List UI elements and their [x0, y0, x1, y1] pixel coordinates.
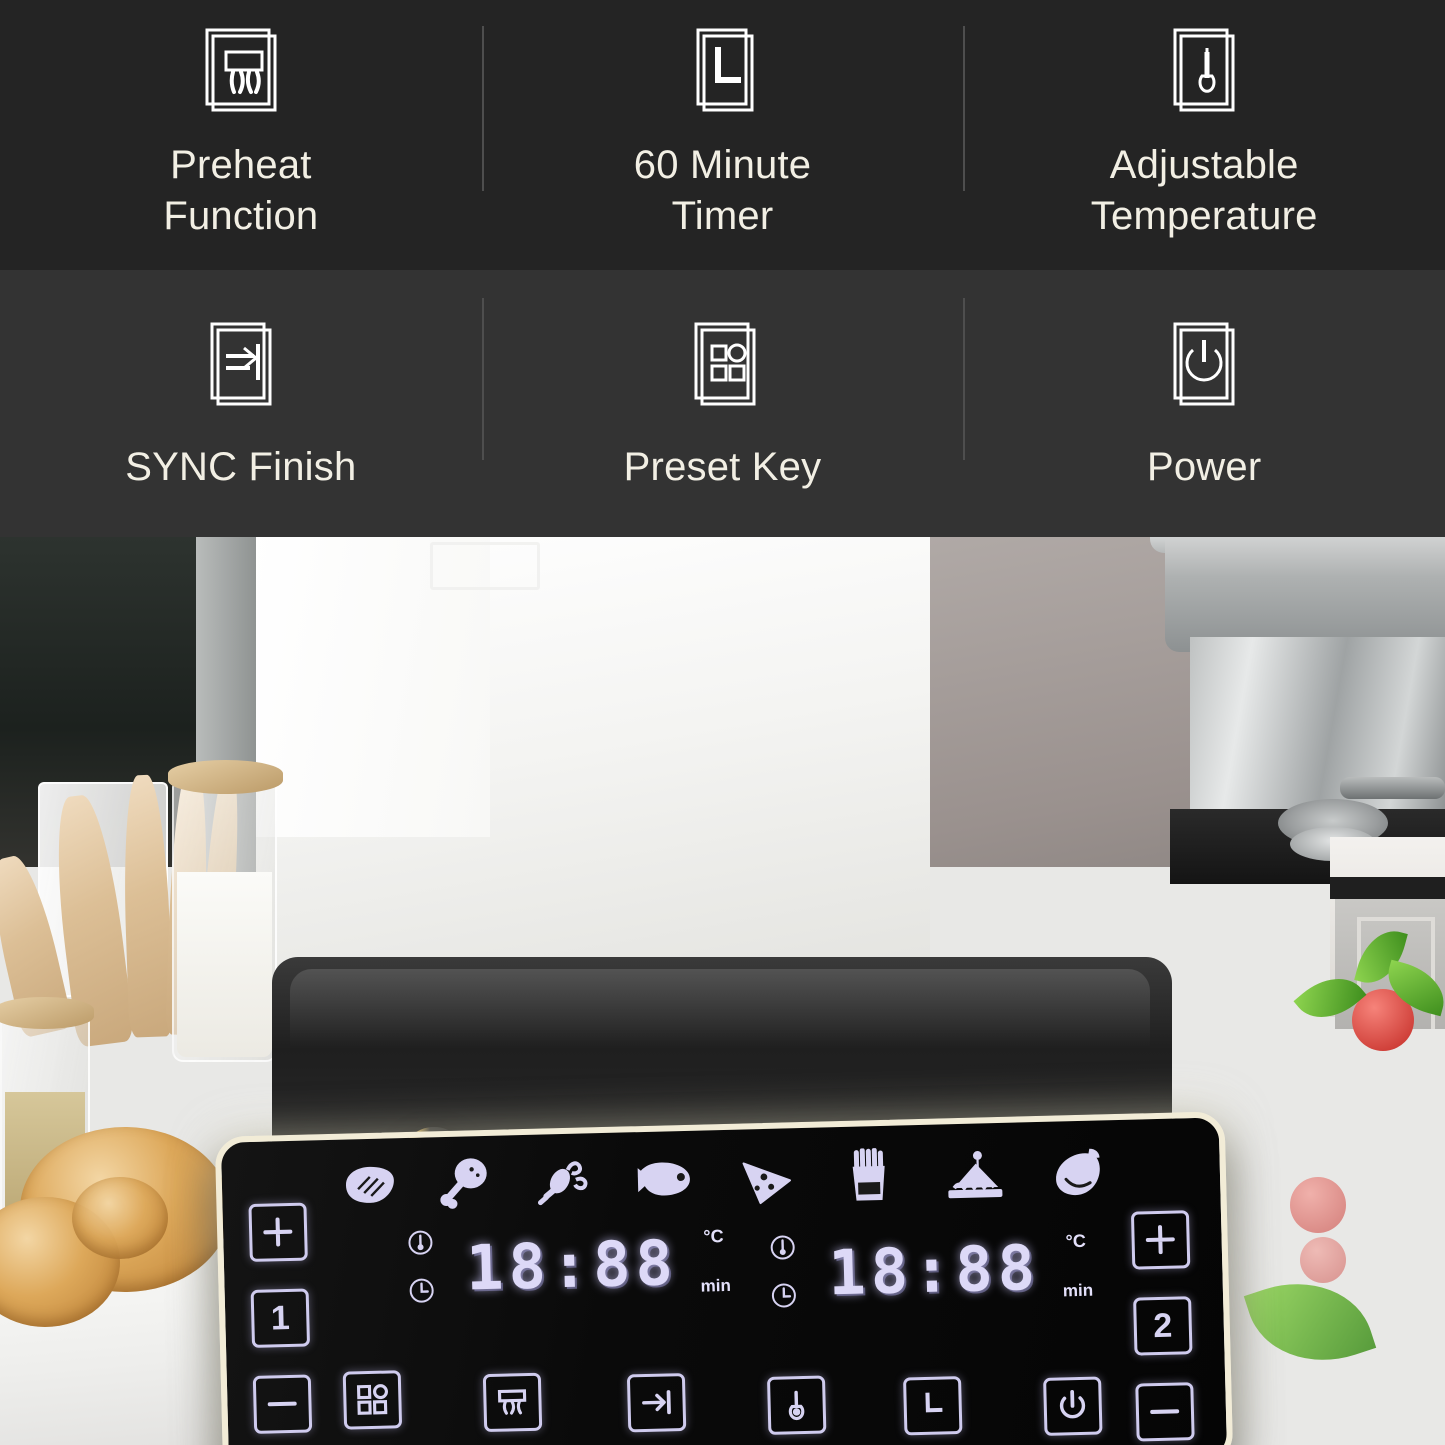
left-plus-button[interactable] — [248, 1202, 308, 1262]
right-digital-display: 18:88 — [827, 1224, 1059, 1316]
timer-clock-icon — [682, 26, 764, 118]
thermometer-circle-icon — [407, 1229, 434, 1256]
power-button[interactable] — [1043, 1376, 1103, 1436]
thermometer-icon — [1163, 26, 1245, 118]
shrimp-icon[interactable] — [533, 1155, 592, 1206]
left-temp-unit: °C — [703, 1225, 724, 1247]
background-counter-edge — [1330, 877, 1445, 899]
sync-finish-button[interactable] — [626, 1373, 687, 1433]
feature-adjustable-temperature: Adjustable Temperature — [963, 0, 1445, 270]
feature-label-line1: Power — [1146, 445, 1262, 489]
feature-label-line2: Temperature — [1090, 194, 1318, 239]
jar-lid — [0, 997, 94, 1029]
feature-label-line1: Preheat — [170, 143, 312, 187]
left-display-value: 18:88 — [465, 1225, 679, 1305]
left-time-unit: min — [700, 1275, 732, 1296]
zone-1-button[interactable]: 1 — [250, 1288, 311, 1348]
thermometer-circle-icon — [769, 1234, 796, 1261]
clock-circle-icon — [408, 1277, 435, 1304]
right-minus-button[interactable] — [1135, 1382, 1195, 1442]
temperature-button[interactable] — [766, 1375, 827, 1435]
feature-label: 60 Minute Timer — [634, 140, 811, 242]
jar-lid — [168, 760, 283, 794]
left-minus-button[interactable] — [252, 1374, 313, 1434]
sync-finish-icon — [200, 320, 282, 412]
preset-key-button[interactable] — [342, 1370, 403, 1430]
cake-icon[interactable] — [943, 1149, 1006, 1203]
pot-rim — [1165, 537, 1445, 652]
right-temp-unit: °C — [1065, 1230, 1087, 1252]
feature-label-line1: Adjustable — [1109, 143, 1299, 187]
feature-label: Adjustable Temperature — [1091, 140, 1318, 242]
steak-icon[interactable] — [337, 1160, 400, 1210]
power-icon — [1163, 320, 1245, 412]
fries-icon[interactable] — [843, 1147, 894, 1205]
timer-button[interactable] — [903, 1376, 963, 1436]
pastry-swirl — [72, 1177, 168, 1259]
feature-label-line1: 60 Minute — [633, 143, 812, 187]
right-time-unit: min — [1062, 1280, 1094, 1301]
preheat-button[interactable] — [482, 1372, 543, 1433]
cherry-in-drink — [1290, 1177, 1346, 1233]
feature-label-line2: Timer — [671, 194, 774, 239]
feature-row-top: Preheat Function 60 Minute Timer Adjusta… — [0, 0, 1445, 270]
feature-label: Power — [1147, 442, 1261, 493]
feature-row-bottom: SYNC Finish Preset Key Power — [0, 270, 1445, 537]
flour-jar — [172, 782, 277, 1062]
feature-preheat-function: Preheat Function — [0, 0, 482, 270]
clock-circle-icon — [771, 1282, 798, 1309]
right-plus-button[interactable] — [1130, 1210, 1191, 1270]
cherry-in-drink — [1300, 1237, 1346, 1283]
mint-leaf — [1243, 1262, 1377, 1382]
feature-sync-finish: SYNC Finish — [0, 270, 482, 537]
product-photo: 1 18:88 °C min 18:88 °C min 2 — [0, 537, 1445, 1445]
feature-preset-key: Preset Key — [481, 270, 964, 537]
control-panel[interactable]: 1 18:88 °C min 18:88 °C min 2 — [214, 1111, 1234, 1445]
feature-header: Preheat Function 60 Minute Timer Adjusta… — [0, 0, 1445, 537]
background-shelf-outline — [430, 542, 540, 590]
pizza-icon[interactable] — [739, 1156, 796, 1207]
feature-label-line1: SYNC Finish — [125, 445, 357, 489]
feature-60-minute-timer: 60 Minute Timer — [481, 0, 964, 270]
fish-icon[interactable] — [635, 1157, 696, 1203]
zone-1-label: 1 — [270, 1298, 291, 1338]
air-fryer-gloss — [290, 969, 1150, 1047]
drumstick-icon[interactable] — [437, 1156, 492, 1209]
eggplant-icon[interactable] — [1049, 1146, 1106, 1199]
preheat-fan-icon — [200, 26, 282, 118]
feature-label: Preheat Function — [163, 140, 318, 242]
zone-2-label: 2 — [1152, 1306, 1173, 1346]
stove-grate — [1340, 777, 1445, 799]
feature-label-line2: Function — [163, 194, 319, 239]
zone-2-button[interactable]: 2 — [1133, 1296, 1193, 1356]
feature-label: Preset Key — [624, 442, 822, 493]
feature-label: SYNC Finish — [125, 442, 356, 493]
preset-key-icon — [682, 320, 764, 412]
feature-power: Power — [963, 270, 1445, 537]
left-digital-display: 18:88 — [465, 1219, 697, 1311]
feature-label-line1: Preset Key — [623, 445, 822, 489]
right-display-value: 18:88 — [827, 1230, 1041, 1309]
